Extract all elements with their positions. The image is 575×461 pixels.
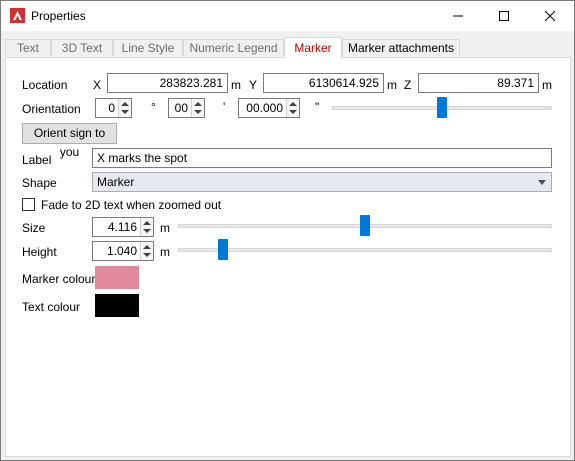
degrees-symbol: °	[151, 100, 156, 114]
maximize-button[interactable]	[481, 1, 527, 31]
location-y-field[interactable]: 6130614.925	[263, 73, 384, 93]
minutes-symbol: '	[223, 100, 226, 114]
stepper-arrows[interactable]	[118, 99, 131, 117]
size-label: Size	[22, 221, 46, 235]
x-unit-label: m	[231, 78, 241, 92]
location-label: Location	[22, 78, 68, 92]
properties-window: Properties Text 3D Text Line Style Numer…	[0, 0, 575, 461]
shape-dropdown[interactable]: Marker	[92, 172, 552, 192]
size-unit-label: m	[160, 221, 170, 235]
title-bar: Properties	[1, 1, 574, 31]
stepper-up-icon[interactable]	[194, 102, 202, 106]
stepper-arrows[interactable]	[286, 99, 299, 117]
minimize-icon	[453, 15, 463, 17]
text-colour-swatch[interactable]	[95, 294, 139, 317]
orientation-slider-thumb[interactable]	[437, 97, 447, 118]
tab-text[interactable]: Text	[5, 39, 51, 56]
stepper-up-icon[interactable]	[143, 221, 151, 225]
close-icon	[545, 11, 555, 21]
fade-label[interactable]: Fade to 2D text when zoomed out	[41, 198, 221, 212]
height-stepper[interactable]: 1.040	[92, 241, 154, 261]
location-x-field[interactable]: 283823.281	[107, 73, 228, 93]
maximize-icon	[499, 11, 509, 21]
orientation-degrees-value: 0	[108, 101, 115, 115]
label-input[interactable]: X marks the spot	[92, 148, 552, 168]
z-label: Z	[404, 78, 412, 92]
stepper-up-icon[interactable]	[289, 102, 297, 106]
text-colour-label: Text colour	[22, 300, 81, 314]
height-unit-label: m	[160, 245, 170, 259]
stepper-arrows[interactable]	[191, 99, 204, 117]
stepper-down-icon[interactable]	[143, 253, 151, 257]
stepper-up-icon[interactable]	[143, 245, 151, 249]
location-z-field[interactable]: 89.371	[418, 73, 539, 93]
shape-label: Shape	[22, 176, 57, 190]
tab-marker-attachments[interactable]: Marker attachments	[342, 39, 460, 56]
tab-3d-text[interactable]: 3D Text	[51, 39, 113, 56]
stepper-down-icon[interactable]	[194, 110, 202, 114]
height-slider-track[interactable]	[178, 248, 552, 252]
stepper-down-icon[interactable]	[121, 110, 129, 114]
y-label: Y	[249, 78, 258, 92]
chevron-down-icon	[538, 180, 546, 185]
shape-selected-value: Marker	[97, 175, 135, 189]
height-value: 1.040	[106, 244, 137, 258]
fade-checkbox[interactable]	[22, 198, 35, 211]
size-stepper[interactable]: 4.116	[92, 217, 154, 237]
orient-sign-button[interactable]: Orient sign to you	[22, 123, 117, 159]
z-unit-label: m	[542, 78, 552, 92]
close-button[interactable]	[527, 1, 573, 31]
marker-colour-swatch[interactable]	[95, 266, 139, 289]
tab-line-style[interactable]: Line Style	[113, 39, 183, 56]
size-slider-thumb[interactable]	[360, 215, 370, 236]
orientation-seconds-stepper[interactable]: 00.000	[238, 98, 300, 118]
app-logo-icon	[10, 8, 25, 23]
orientation-degrees-stepper[interactable]: 0	[95, 98, 132, 118]
orientation-minutes-stepper[interactable]: 00	[168, 98, 205, 118]
seconds-symbol: "	[315, 100, 320, 114]
orientation-seconds-value: 00.000	[246, 101, 283, 115]
stepper-up-icon[interactable]	[121, 102, 129, 106]
stepper-arrows[interactable]	[140, 242, 153, 260]
y-unit-label: m	[387, 78, 397, 92]
stepper-down-icon[interactable]	[289, 110, 297, 114]
stepper-down-icon[interactable]	[143, 229, 151, 233]
size-value: 4.116	[107, 220, 137, 234]
height-slider-thumb[interactable]	[218, 239, 228, 260]
tab-strip: Text 3D Text Line Style Numeric Legend M…	[5, 37, 571, 59]
marker-panel: Location X 283823.281 m Y 6130614.925 m …	[5, 57, 571, 457]
orientation-label: Orientation	[22, 102, 81, 116]
label-caption: Label	[22, 153, 52, 167]
x-label: X	[93, 78, 102, 92]
height-label: Height	[22, 245, 57, 259]
marker-colour-label: Marker colour	[22, 272, 96, 286]
tab-marker[interactable]: Marker	[284, 37, 342, 59]
minimize-button[interactable]	[435, 1, 481, 31]
window-title: Properties	[31, 9, 86, 23]
orientation-minutes-value: 00	[174, 101, 188, 115]
tab-numeric-legend[interactable]: Numeric Legend	[183, 39, 284, 56]
stepper-arrows[interactable]	[140, 218, 153, 236]
